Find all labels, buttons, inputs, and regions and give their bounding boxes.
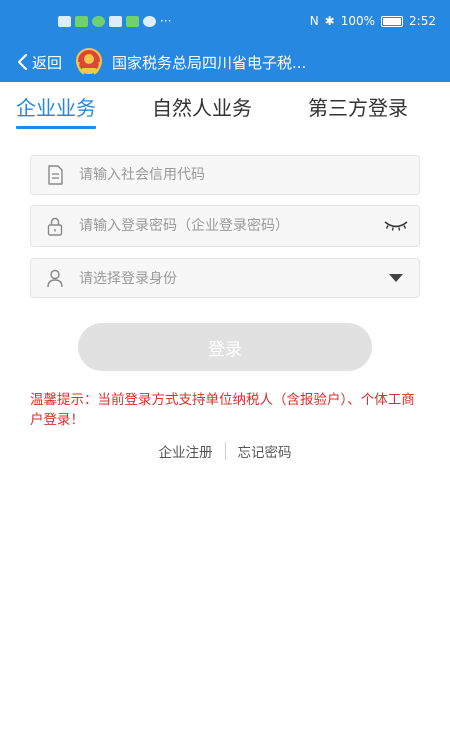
notification-icon xyxy=(58,15,71,27)
status-system: N ✱ 100% 2:52 xyxy=(310,14,436,28)
status-bar: ··· N ✱ 100% 2:52 xyxy=(0,0,450,42)
tab-enterprise[interactable]: 企业业务 xyxy=(16,92,96,129)
notification-icon xyxy=(109,15,122,27)
nfc-icon: N xyxy=(309,14,319,28)
tab-third-party[interactable]: 第三方登录 xyxy=(308,92,408,129)
phone-screen: ··· N ✱ 100% 2:52 返回 国家税务总局四川省电子税... 企业业… xyxy=(0,0,450,750)
identity-select[interactable]: 请选择登录身份 xyxy=(30,258,420,298)
lock-icon xyxy=(31,216,79,236)
forgot-password-link[interactable]: 忘记密码 xyxy=(226,441,304,461)
app-header: 返回 国家税务总局四川省电子税... xyxy=(0,42,450,82)
battery-icon xyxy=(381,15,404,27)
login-button[interactable]: 登录 xyxy=(78,323,372,371)
page-title: 国家税务总局四川省电子税... xyxy=(112,53,307,72)
back-arrow-icon xyxy=(17,53,28,71)
back-label: 返回 xyxy=(32,53,63,72)
status-time: 2:52 xyxy=(409,14,436,28)
identity-select-value: 请选择登录身份 xyxy=(79,271,177,287)
app-notification-icon xyxy=(75,15,88,27)
wechat-icon xyxy=(92,15,105,27)
login-tip: 温馨提示：当前登录方式支持单位纳税人（含报验户）、个体工商户登录！ xyxy=(30,392,415,428)
tax-emblem-icon xyxy=(72,45,106,79)
battery-percent: 100% xyxy=(340,14,376,28)
eye-closed-icon[interactable] xyxy=(373,219,419,233)
password-input[interactable]: 请输入登录密码（企业登录密码） xyxy=(79,217,373,235)
credit-code-input[interactable] xyxy=(79,167,419,183)
password-field: 请输入登录密码（企业登录密码） xyxy=(30,205,420,247)
bluetooth-icon: ✱ xyxy=(324,14,335,28)
more-notifications-icon: ··· xyxy=(160,14,172,28)
caret-down-icon[interactable] xyxy=(373,274,419,282)
login-tabs: 企业业务 自然人业务 第三方登录 xyxy=(0,92,450,136)
register-link[interactable]: 企业注册 xyxy=(147,441,225,461)
app-notification-icon xyxy=(126,15,139,27)
user-icon xyxy=(31,268,79,288)
status-notification-icons: ··· xyxy=(58,14,171,28)
cloud-icon xyxy=(143,15,156,27)
bottom-links: 企业注册 忘记密码 xyxy=(0,438,450,464)
document-icon xyxy=(31,165,79,185)
tab-individual[interactable]: 自然人业务 xyxy=(152,92,252,129)
credit-code-field xyxy=(30,155,420,195)
back-button[interactable]: 返回 xyxy=(16,52,62,73)
